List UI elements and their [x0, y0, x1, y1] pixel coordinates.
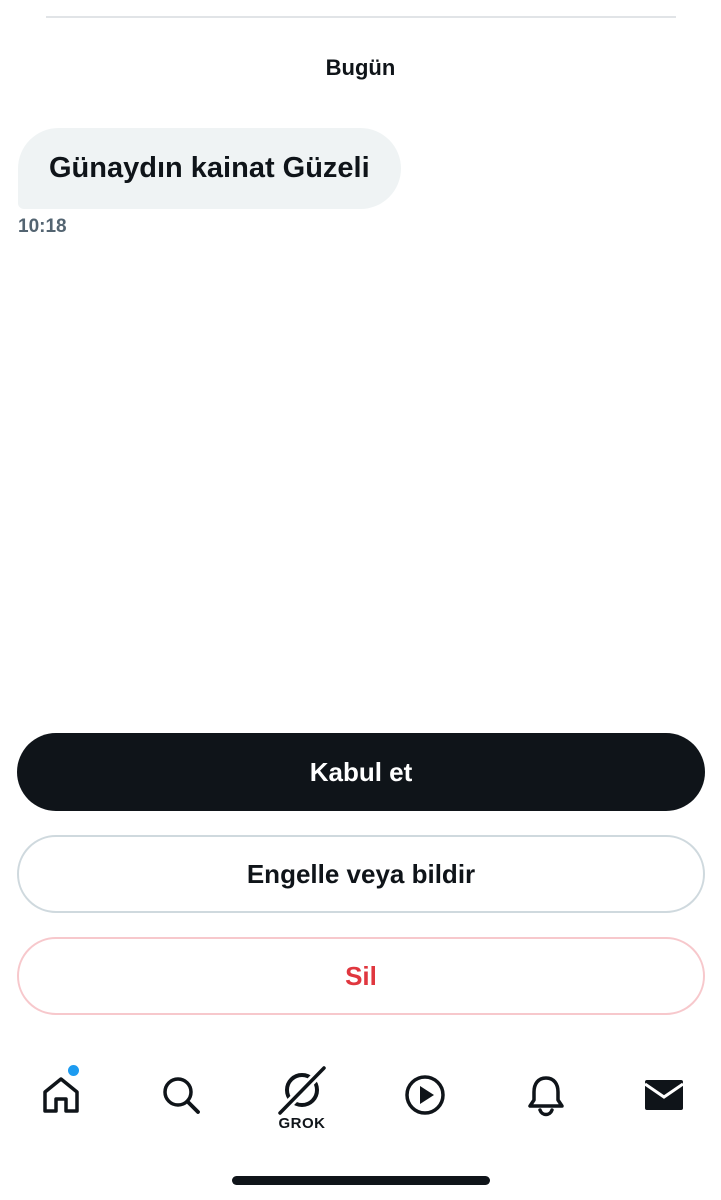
delete-button[interactable]: Sil: [17, 937, 705, 1015]
tab-video[interactable]: [385, 1050, 465, 1140]
bell-icon: [528, 1076, 564, 1117]
message-timestamp: 10:18: [18, 216, 67, 237]
tab-notifications[interactable]: [506, 1050, 586, 1140]
home-indicator: [232, 1176, 490, 1185]
tab-grok[interactable]: GROK: [262, 1050, 342, 1140]
block-or-report-button[interactable]: Engelle veya bildir: [17, 835, 705, 913]
message-text: Günaydın kainat Güzeli: [49, 152, 370, 184]
tab-search[interactable]: [141, 1050, 221, 1140]
accept-button[interactable]: Kabul et: [17, 733, 705, 811]
home-icon: [43, 1077, 79, 1113]
search-icon: [163, 1077, 200, 1114]
bottom-tab-bar: GROK: [0, 1050, 721, 1140]
message-bubble[interactable]: Günaydın kainat Güzeli: [18, 128, 401, 209]
tab-messages[interactable]: [624, 1050, 704, 1140]
grok-icon: [276, 1064, 328, 1116]
notification-dot: [67, 1064, 80, 1077]
mail-icon: [644, 1080, 684, 1110]
play-icon: [405, 1075, 445, 1115]
date-separator: Bugün: [325, 55, 396, 80]
tab-home[interactable]: [21, 1050, 101, 1140]
top-divider: [46, 16, 676, 18]
grok-label: GROK: [278, 1114, 326, 1132]
